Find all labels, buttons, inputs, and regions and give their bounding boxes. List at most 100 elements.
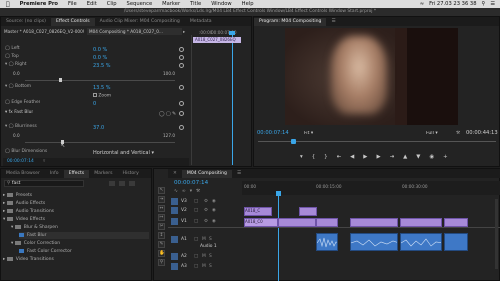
audio-clip-a1-a[interactable] bbox=[316, 233, 338, 251]
timeline-scrollbar[interactable] bbox=[495, 199, 498, 269]
tab-audio-clip-mixer[interactable]: Audio Clip Mixer: M04 Compositing bbox=[95, 18, 185, 26]
lock-icon[interactable]: □ bbox=[194, 219, 198, 224]
expand-arrow-icon[interactable]: ▾ bbox=[5, 124, 7, 129]
tree-item-audio-effects[interactable]: ▸ Audio Effects bbox=[3, 200, 45, 207]
track-label-v3[interactable]: V3 bbox=[181, 199, 187, 204]
solo-button[interactable]: S bbox=[209, 254, 212, 259]
video-clip-v1-d[interactable] bbox=[350, 218, 398, 227]
expand-arrow-icon[interactable]: ▾ bbox=[5, 62, 7, 67]
bottom-value[interactable]: 13.5 % bbox=[93, 85, 110, 91]
lift-icon[interactable]: ▲ bbox=[403, 154, 407, 162]
track-select-tool-icon[interactable]: ⇥ bbox=[158, 196, 165, 203]
source-patch-v2[interactable] bbox=[171, 207, 178, 214]
expand-arrow-icon[interactable]: ▾ bbox=[5, 84, 7, 89]
wrench-icon[interactable]: ⚒ bbox=[456, 131, 460, 136]
sequence-clip-label[interactable]: M04 Compositing * A018_C027_0... bbox=[87, 28, 182, 35]
mute-button[interactable]: M bbox=[202, 237, 206, 242]
video-clip-v1-e[interactable] bbox=[400, 218, 442, 227]
source-patch-a2[interactable] bbox=[171, 253, 178, 260]
fit-dropdown[interactable]: Fit ▾ bbox=[304, 131, 313, 136]
32bit-filter-icon[interactable] bbox=[119, 181, 125, 186]
stopwatch-icon[interactable]: ◯ bbox=[5, 54, 10, 59]
lock-icon[interactable]: □ bbox=[194, 199, 198, 204]
slip-tool-icon[interactable]: ↕ bbox=[158, 232, 165, 239]
lock-icon[interactable]: □ bbox=[194, 254, 198, 259]
apple-icon[interactable]:  bbox=[0, 1, 15, 8]
menu-marker[interactable]: Marker bbox=[157, 1, 185, 7]
go-to-out-icon[interactable]: ⇥ bbox=[390, 154, 395, 162]
source-patch-a3[interactable] bbox=[171, 263, 178, 270]
tab-effect-controls[interactable]: Effect Controls bbox=[50, 18, 95, 26]
expand-arrow-icon[interactable]: ▾ bbox=[5, 110, 7, 115]
video-clip-v2-a[interactable]: A018_C bbox=[244, 207, 272, 216]
sync-lock-icon[interactable]: ⚙ bbox=[204, 219, 208, 224]
export-frame-icon[interactable]: ◉ bbox=[429, 154, 434, 162]
tab-effects[interactable]: Effects bbox=[63, 170, 90, 178]
tab-media-browser[interactable]: Media Browser bbox=[1, 170, 45, 178]
menu-clip[interactable]: Clip bbox=[102, 1, 122, 7]
menu-file[interactable]: File bbox=[63, 1, 82, 7]
ec-playhead[interactable] bbox=[232, 35, 233, 165]
menu-title[interactable]: Title bbox=[185, 1, 206, 7]
tree-item-blur-sharpen[interactable]: ▾ Blur & Sharpen bbox=[11, 224, 58, 231]
stopwatch-icon[interactable]: ◯ bbox=[5, 46, 10, 51]
sync-lock-icon[interactable]: ⚙ bbox=[204, 208, 208, 213]
tree-item-presets[interactable]: ▸ Presets bbox=[3, 192, 32, 199]
tree-item-video-effects[interactable]: ▾ Video Effects bbox=[3, 216, 45, 223]
right-slider-knob[interactable] bbox=[59, 78, 62, 82]
search-icon[interactable]: ⚲ bbox=[482, 1, 486, 7]
audio-clip-a1-b[interactable] bbox=[350, 233, 398, 251]
wifi-icon[interactable]: ≈ bbox=[420, 1, 424, 7]
accelerated-filter-icon[interactable] bbox=[109, 181, 115, 186]
video-clip-v1-c[interactable] bbox=[316, 218, 338, 227]
tree-item-audio-transitions[interactable]: ▸ Audio Transitions bbox=[3, 208, 54, 215]
app-menu[interactable]: Premiere Pro bbox=[15, 1, 63, 7]
linked-selection-icon[interactable]: ∞ bbox=[182, 189, 186, 194]
track-label-a3[interactable]: A3 bbox=[181, 264, 187, 269]
reset-blurriness-icon[interactable] bbox=[179, 125, 184, 130]
reset-left-icon[interactable] bbox=[179, 47, 184, 52]
video-clip-v2-b[interactable] bbox=[299, 207, 317, 216]
hand-tool-icon[interactable]: ✋ bbox=[158, 250, 165, 257]
menu-sequence[interactable]: Sequence bbox=[122, 1, 158, 7]
mask-ellipse-icon[interactable]: ◯ bbox=[159, 111, 165, 117]
audio-clip-a1-d[interactable] bbox=[444, 233, 468, 251]
tree-item-video-transitions[interactable]: ▸ Video Transitions bbox=[3, 256, 54, 263]
program-timecode[interactable]: 00:00:07:14 bbox=[257, 130, 289, 136]
menu-edit[interactable]: Edit bbox=[82, 1, 102, 7]
stopwatch-icon[interactable]: ◯ bbox=[9, 62, 14, 67]
track-label-a2[interactable]: A2 bbox=[181, 254, 187, 259]
right-slider-track[interactable] bbox=[25, 80, 175, 81]
go-to-in-icon[interactable]: ⇤ bbox=[337, 154, 342, 162]
filter-icon[interactable]: ▿ bbox=[43, 159, 45, 164]
mark-in-icon[interactable]: { bbox=[312, 154, 315, 162]
panel-menu-icon[interactable]: ☰ bbox=[232, 170, 246, 178]
step-back-icon[interactable]: ◀ bbox=[350, 154, 354, 162]
top-value[interactable]: 0.0 % bbox=[93, 55, 107, 61]
eye-icon[interactable]: ◉ bbox=[212, 208, 216, 213]
ec-clip-bar[interactable]: A018_C027_0826EQ bbox=[193, 37, 241, 43]
header-arrow-icon[interactable]: ▸ bbox=[183, 30, 185, 35]
track-label-a1[interactable]: A1 bbox=[181, 237, 187, 242]
menu-help[interactable]: Help bbox=[237, 1, 259, 7]
stopwatch-icon[interactable]: ◯ bbox=[9, 84, 14, 89]
add-button-icon[interactable]: + bbox=[443, 154, 448, 162]
master-clip-label[interactable]: Master * A018_C027_0826EQ_V2-0009... bbox=[4, 29, 84, 34]
source-patch-a1[interactable] bbox=[171, 236, 178, 243]
lock-icon[interactable]: □ bbox=[194, 208, 198, 213]
tree-item-fast-blur[interactable]: Fast Blur bbox=[19, 232, 149, 239]
ec-playhead-handle[interactable] bbox=[229, 31, 235, 35]
eye-icon[interactable]: ◉ bbox=[212, 199, 216, 204]
stopwatch-icon[interactable]: ◯ bbox=[9, 124, 14, 129]
reset-edge-icon[interactable] bbox=[179, 101, 184, 106]
source-patch-v3[interactable] bbox=[171, 198, 178, 205]
tab-markers[interactable]: Markers bbox=[89, 170, 117, 178]
quality-dropdown[interactable]: Full ▾ bbox=[426, 131, 438, 136]
blurriness-value[interactable]: 37.0 bbox=[93, 125, 104, 131]
tab-info[interactable]: Info bbox=[45, 170, 64, 178]
left-value[interactable]: 0.0 % bbox=[93, 47, 107, 53]
program-playhead[interactable] bbox=[291, 139, 296, 144]
step-forward-icon[interactable]: ▶ bbox=[376, 154, 380, 162]
snap-icon[interactable]: ∿ bbox=[174, 189, 178, 194]
selection-tool-icon[interactable]: ↖ bbox=[158, 187, 165, 194]
